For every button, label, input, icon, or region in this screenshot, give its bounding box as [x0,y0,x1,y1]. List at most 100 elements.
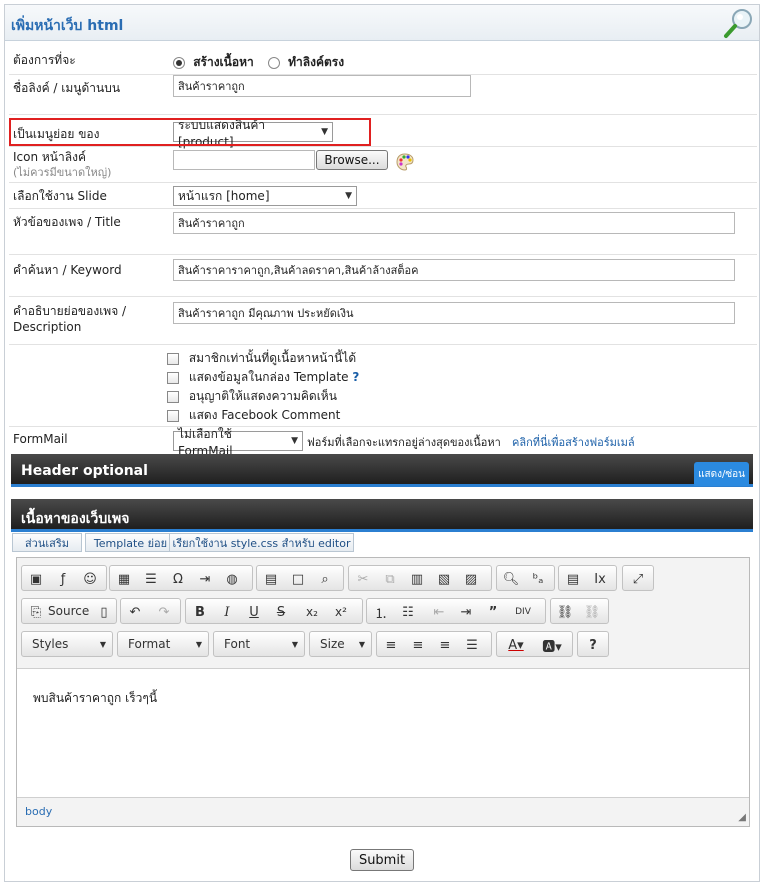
align-right-icon[interactable]: ≡ [435,635,455,655]
subscript-icon[interactable]: x₂ [302,602,322,622]
label-icon-sub: (ไม่ควรมีขนาดใหญ่) [13,166,112,179]
strikethrough-icon[interactable]: S [271,602,291,622]
icon-file-input[interactable] [173,150,315,170]
copy-icon[interactable]: ⧉ [380,569,400,589]
title-input[interactable] [173,212,735,234]
label-action: ต้องการที่จะ [13,53,76,67]
blockquote-icon[interactable]: ” [483,602,503,622]
size-combo[interactable]: Size ▼ [309,631,372,657]
iframe-icon[interactable]: ◍ [222,569,242,589]
unlink-icon[interactable]: ⛓ [582,602,602,622]
undo-icon[interactable]: ↶ [125,602,145,622]
outdent-icon[interactable]: ⇤ [429,602,449,622]
horizontal-rule-icon[interactable]: ☰ [141,569,161,589]
paste-word-icon[interactable]: ▨ [461,569,481,589]
option-facebook-comment: แสดง Facebook Comment [167,406,359,425]
bulleted-list-icon[interactable]: ☷ [398,602,418,622]
browse-button[interactable]: Browse... [316,150,388,170]
paste-text-icon[interactable]: ▧ [434,569,454,589]
source-icon[interactable]: ⎘ [26,602,46,622]
tab-sub-template[interactable]: Template ย่อย [85,533,176,552]
numbered-list-icon[interactable]: ⒈ [371,602,391,622]
background-color-icon[interactable]: 🅰︎▾ [537,635,567,655]
slide-select[interactable]: หน้าแรก [home] ▼ [173,186,357,206]
toolbar-group-format-tools: ▤ Ix [558,565,617,591]
table-icon[interactable]: ▦ [114,569,134,589]
paste-icon[interactable]: ▥ [407,569,427,589]
templates-icon[interactable]: ▯ [94,602,114,622]
label-formmail: FormMail [13,432,68,446]
checkbox-members-only[interactable] [167,352,179,365]
toolbar-group-insert: ▣ ƒ ☺ [21,565,107,591]
align-left-icon[interactable]: ≡ [381,635,401,655]
toggle-show-hide-button[interactable]: แสดง/ซ่อน [694,462,749,486]
row-formmail: FormMail ไม่เลือกใช้ FormMail ▼ ฟอร์มที่… [9,427,757,458]
special-char-icon[interactable]: Ω [168,569,188,589]
tab-addons[interactable]: ส่วนเสริม [12,533,82,552]
submit-button[interactable]: Submit [350,849,414,871]
find-icon[interactable]: 🔍︎ [501,569,521,589]
editor-element-path[interactable]: body [25,805,52,818]
text-color-icon[interactable]: A▾ [501,635,531,655]
bold-icon[interactable]: B [190,602,210,622]
redo-icon[interactable]: ↷ [154,602,174,622]
link-icon[interactable]: ⛓ [555,602,575,622]
replace-icon[interactable]: ᵇₐ [528,569,548,589]
row-options: สมาชิกเท่านั้นที่ดูเนื้อหาหน้านี้ได้ แสด… [9,345,757,427]
checkbox-allow-comments[interactable] [167,390,179,403]
format-combo[interactable]: Format ▼ [117,631,209,657]
smiley-icon[interactable]: ☺ [80,569,100,589]
source-button[interactable]: Source [48,604,89,618]
options-checklist: สมาชิกเท่านั้นที่ดูเนื้อหาหน้านี้ได้ แสด… [167,349,359,425]
row-icon: Icon หน้าลิงค์ (ไม่ควรมีขนาดใหญ่) Browse… [9,147,757,183]
preview-icon[interactable]: ⌕ [315,569,335,589]
save-icon[interactable]: ▤ [261,569,281,589]
formmail-select[interactable]: ไม่เลือกใช้ FormMail ▼ [173,427,303,458]
toolbar-group-align: ≡ ≡ ≡ ☰ [376,631,492,657]
image-icon[interactable]: ▣ [26,569,46,589]
label-link-name: ชื่อลิงค์ / เมนูด้านบน [13,81,121,95]
flash-icon[interactable]: ƒ [53,569,73,589]
toolbar-group-links: ⛓ ⛓ [550,598,609,624]
about-icon[interactable]: ? [583,635,603,655]
align-center-icon[interactable]: ≡ [408,635,428,655]
radio-group-action: สร้างเนื้อหา ทำลิงค์ตรง [173,53,344,72]
superscript-icon[interactable]: x² [331,602,351,622]
help-icon[interactable]: ? [352,370,359,384]
radio-direct-link[interactable] [267,56,280,69]
description-input[interactable] [173,302,735,324]
cut-icon[interactable]: ✂ [353,569,373,589]
formmail-note: ฟอร์มที่เลือกจะแทรกอยู่ล่างสุดของเนื้อหา [307,436,501,449]
toolbar-group-colors: A▾ 🅰︎▾ [496,631,573,657]
italic-icon[interactable]: I [217,602,237,622]
font-combo[interactable]: Font ▼ [213,631,305,657]
select-all-icon[interactable]: ▤ [563,569,583,589]
formmail-create-link[interactable]: คลิกที่นี่เพื่อสร้างฟอร์มเมล์ [512,433,635,451]
resize-handle-icon[interactable]: ◢ [738,812,746,823]
option-template-box: แสดงข้อมูลในกล่อง Template ? [167,368,359,387]
link-name-input[interactable] [173,75,471,97]
align-justify-icon[interactable]: ☰ [462,635,482,655]
underline-icon[interactable]: U [244,602,264,622]
label-keyword: คำค้นหา / Keyword [13,263,122,277]
checkbox-template-box[interactable] [167,371,179,384]
remove-format-icon[interactable]: Ix [590,569,610,589]
page-break-icon[interactable]: ⇥ [195,569,215,589]
indent-icon[interactable]: ⇥ [456,602,476,622]
new-page-icon[interactable]: □ [288,569,308,589]
chevron-down-icon: ▼ [345,191,352,201]
editor-content-area[interactable]: พบสินค้าราคาถูก เร็วๆนี้ [17,668,749,798]
header-optional-bar: Header optional แสดง/ซ่อน [11,454,753,487]
div-container-icon[interactable]: DIV [513,602,533,622]
page-content-title: เนื้อหาของเว็บเพจ [21,511,130,527]
editor-content-text: พบสินค้าราคาถูก เร็วๆนี้ [33,691,158,705]
magnifier-icon [724,9,752,38]
checkbox-facebook-comment[interactable] [167,409,179,422]
tab-style-css[interactable]: เรียกใช้งาน style.css สำหรับ editor [169,533,354,552]
keyword-input[interactable] [173,259,735,281]
maximize-icon[interactable]: ⤢ [628,569,648,589]
row-title: หัวข้อของเพจ / Title [9,209,757,255]
palette-icon[interactable] [395,152,415,172]
styles-combo[interactable]: Styles ▼ [21,631,113,657]
radio-create-content[interactable] [173,56,185,69]
